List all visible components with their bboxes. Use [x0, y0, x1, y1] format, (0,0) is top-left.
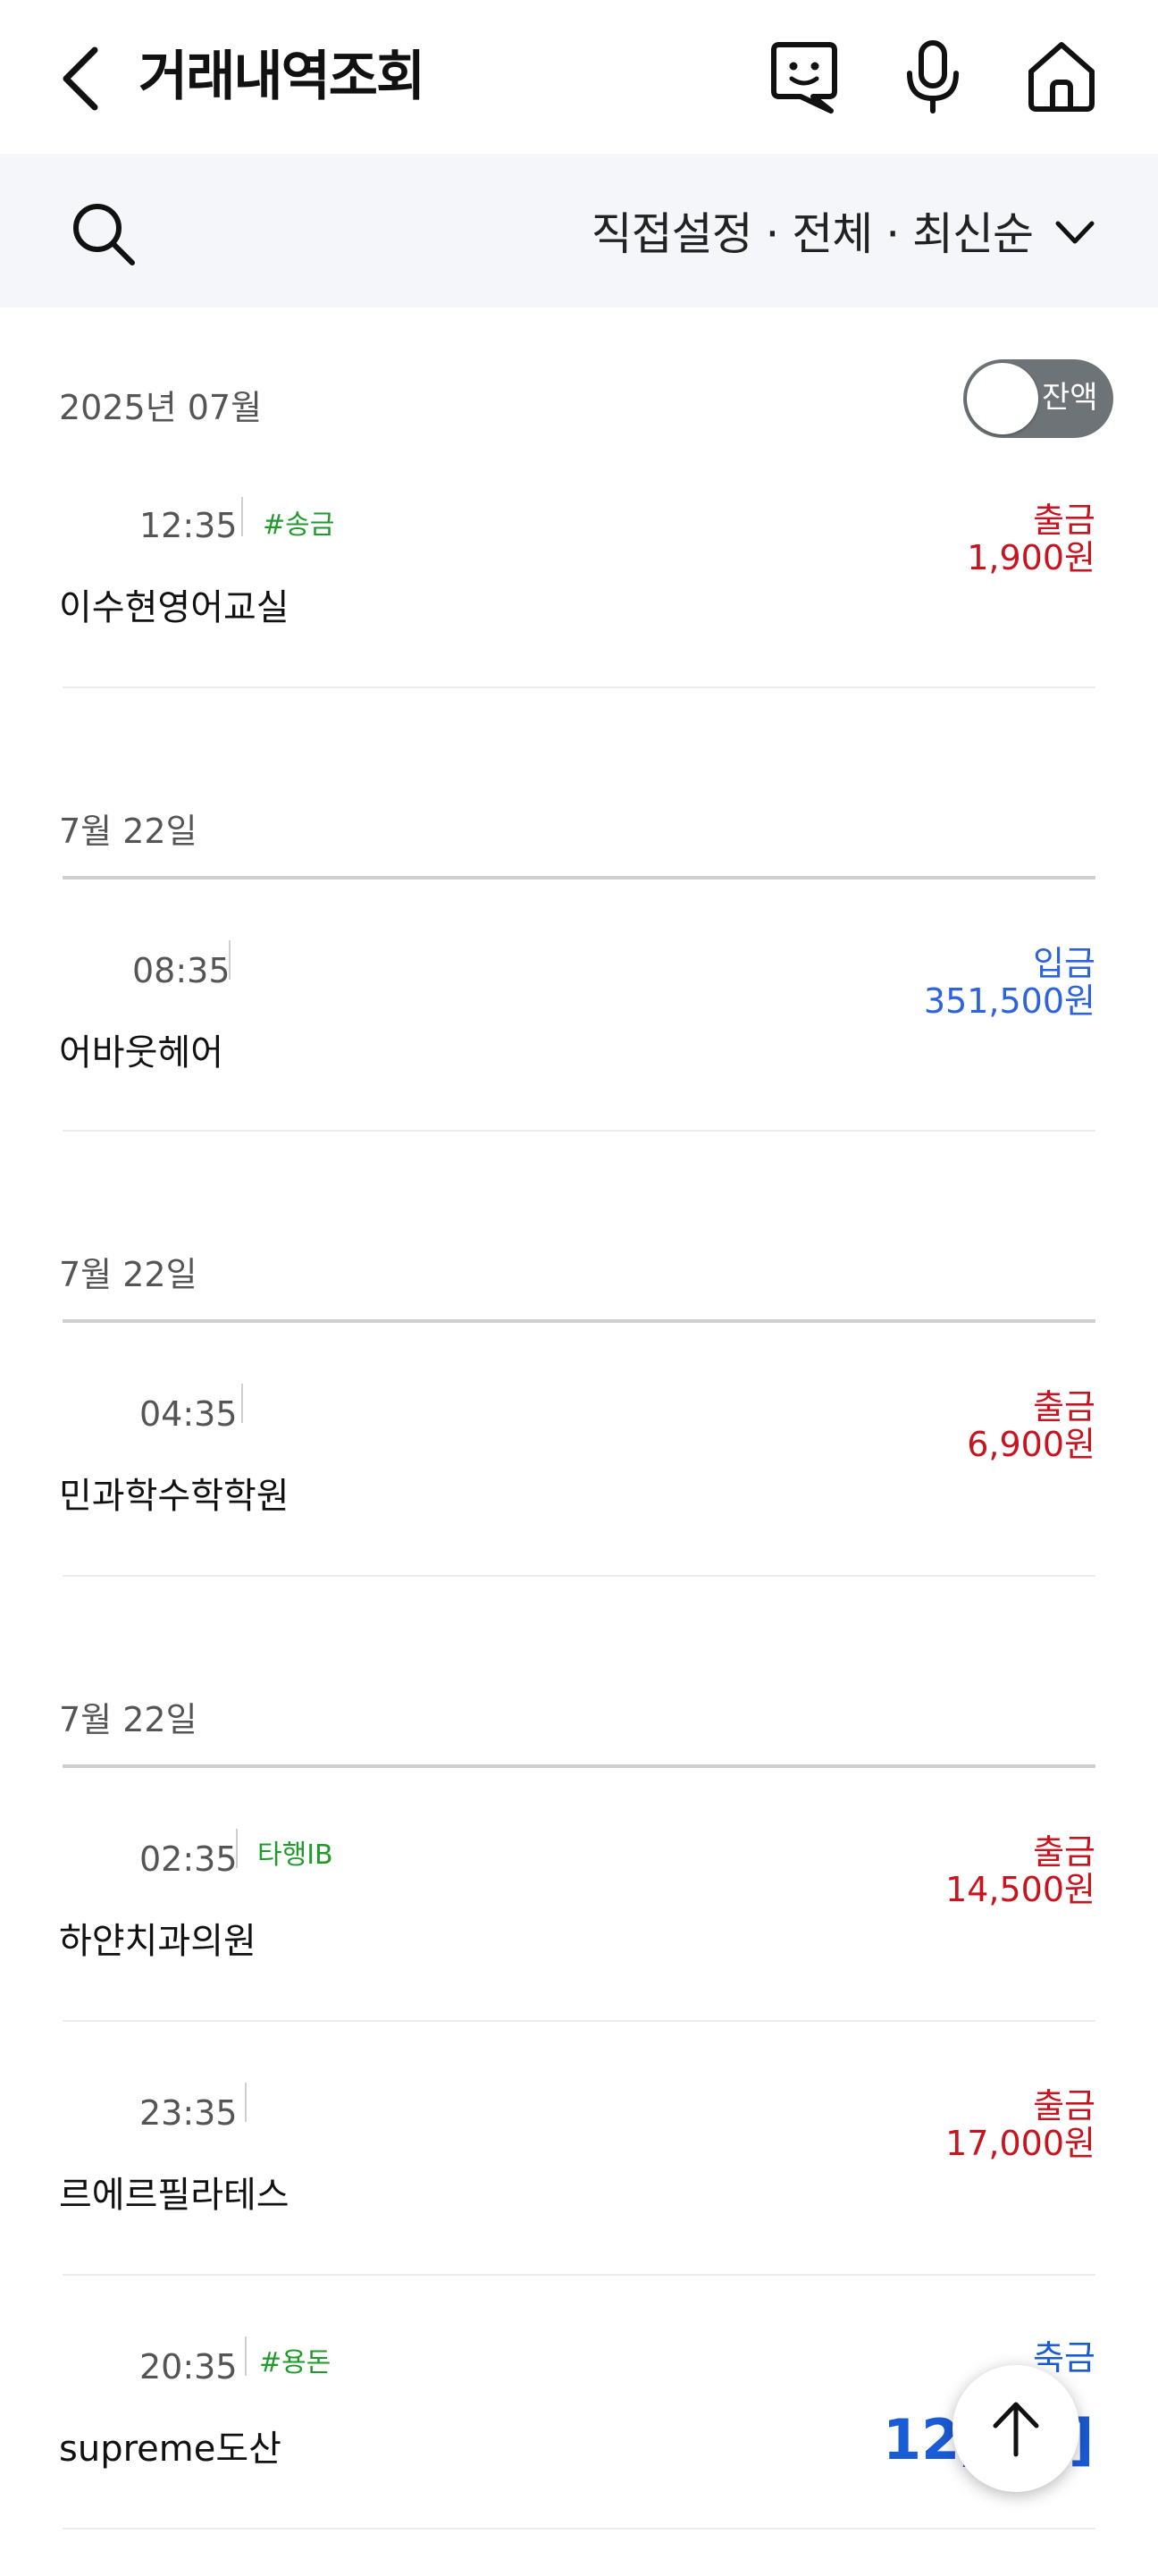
- transaction-amount: 14,500원: [945, 1870, 1095, 1909]
- divider: [236, 1829, 238, 1868]
- transaction-amount: 6,900원: [967, 1425, 1095, 1464]
- toggle-knob: [967, 363, 1038, 434]
- back-icon[interactable]: [55, 43, 109, 114]
- row-separator: [63, 686, 1095, 688]
- transaction-time: 04:35: [139, 1394, 238, 1434]
- microphone-icon[interactable]: [895, 39, 970, 114]
- transaction-time: 23:35: [139, 2093, 238, 2133]
- transaction-merchant[interactable]: 어바웃헤어: [59, 1028, 223, 1078]
- row-separator: [63, 1130, 1095, 1132]
- filter-summary[interactable]: 직접설정 · 전체 · 최신순: [592, 200, 1034, 268]
- date-header: 7월 22일: [59, 812, 197, 851]
- transaction-type: 입금: [1033, 944, 1095, 983]
- transaction-time: 08:35: [132, 951, 231, 990]
- date-divider: [63, 1319, 1095, 1323]
- balance-toggle-label: 잔액: [1042, 380, 1098, 416]
- search-icon[interactable]: [68, 198, 139, 270]
- home-icon[interactable]: [1024, 39, 1099, 114]
- transaction-time: 12:35: [139, 506, 238, 545]
- transaction-type: 출금: [1033, 1832, 1095, 1872]
- transaction-merchant[interactable]: 이수현영어교실: [59, 583, 290, 633]
- transaction-type: 출금: [1033, 501, 1095, 540]
- transaction-time: 20:35: [139, 2347, 238, 2387]
- row-separator: [63, 2274, 1095, 2276]
- arrow-up-icon: [993, 2402, 1039, 2457]
- transaction-merchant[interactable]: supreme도산: [59, 2424, 281, 2474]
- divider: [245, 2083, 247, 2122]
- date-divider: [63, 876, 1095, 880]
- transaction-merchant[interactable]: 민과학수학학원: [59, 1471, 290, 1521]
- transaction-tag: #송금: [263, 509, 335, 541]
- row-separator: [63, 1575, 1095, 1577]
- divider: [245, 2336, 247, 2376]
- chevron-down-icon[interactable]: [1053, 215, 1097, 250]
- month-label: 2025년 07월: [59, 388, 263, 427]
- row-separator: [63, 2020, 1095, 2022]
- transaction-type: 출금: [1033, 1387, 1095, 1427]
- transaction-merchant[interactable]: 르에르필라테스: [59, 2170, 290, 2220]
- transaction-time: 02:35: [139, 1839, 238, 1879]
- chat-bot-icon[interactable]: [767, 39, 842, 114]
- transaction-merchant[interactable]: 하얀치과의원: [59, 1916, 256, 1966]
- divider: [241, 1384, 243, 1423]
- divider: [229, 940, 231, 980]
- divider: [241, 497, 243, 536]
- date-header: 7월 22일: [59, 1700, 197, 1739]
- page-title: 거래내역조회: [138, 46, 425, 108]
- date-divider: [63, 1764, 1095, 1768]
- transaction-tag: 타행IB: [257, 1839, 333, 1871]
- transaction-amount: 17,000원: [945, 2124, 1095, 2163]
- transaction-tag: #용돈: [259, 2347, 331, 2378]
- transaction-amount: 351,500원: [923, 981, 1095, 1021]
- date-header: 7월 22일: [59, 1255, 197, 1294]
- transaction-type: 출금: [1033, 2086, 1095, 2126]
- row-separator: [63, 2528, 1095, 2530]
- transaction-amount: 1,900원: [967, 538, 1095, 577]
